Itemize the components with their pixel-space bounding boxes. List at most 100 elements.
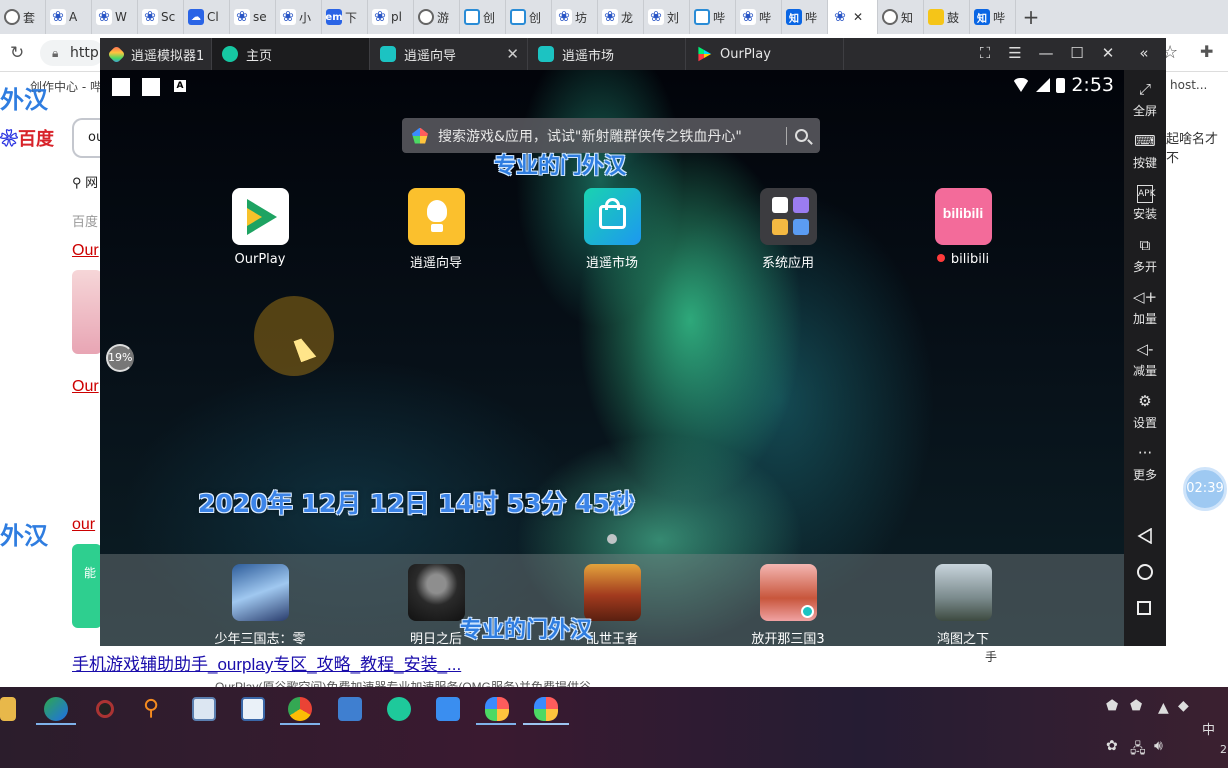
android-screen[interactable]: A 2:53 搜索游戏&应用，试试"新射雕群侠传之铁血丹心" 专业的门外汉 Ou… (100, 70, 1124, 646)
dock-app[interactable]: 鸿图之下 (903, 564, 1023, 646)
volume-icon[interactable]: 🔊︎ (1154, 738, 1163, 754)
browser-tab[interactable]: ❀ Sc (138, 0, 184, 34)
chrome-icon[interactable] (288, 697, 312, 721)
browser-tab[interactable]: 知哔 (970, 0, 1016, 34)
xiaoyao-multi-icon[interactable] (534, 697, 558, 721)
browser-tab[interactable]: ❀ pl (368, 0, 414, 34)
network-app-icon[interactable] (338, 697, 362, 721)
toolbar-install[interactable]: APK 安装 (1124, 184, 1166, 222)
market-badge-icon (800, 605, 814, 618)
apk-icon: APK (1137, 185, 1156, 203)
messenger-app-icon[interactable] (436, 697, 460, 721)
toolbar-multi[interactable]: ⧉ 多开 (1124, 236, 1166, 275)
result-thumbnail[interactable]: 能 (72, 544, 102, 628)
recents-icon[interactable] (1137, 601, 1151, 615)
floating-timer[interactable]: 02:39 (1183, 467, 1227, 511)
reload-icon[interactable]: ↻ (10, 43, 24, 63)
browser-tab[interactable]: 创 (506, 0, 552, 34)
camera-app-icon[interactable] (96, 700, 114, 718)
tray-flower-icon[interactable]: ✿ (1106, 738, 1118, 754)
browser-tab[interactable]: ❀ A (46, 0, 92, 34)
menu-icon[interactable]: ☰ (1005, 44, 1025, 62)
toolbar-more[interactable]: ··· 更多 (1124, 444, 1166, 483)
extensions-icon[interactable]: ✚ (1200, 42, 1213, 61)
toolbar-volume-up[interactable]: ◁+ 加量 (1124, 288, 1166, 327)
browser-tab[interactable]: 创 (460, 0, 506, 34)
app-bilibili[interactable]: bilibili bilibili (903, 188, 1023, 267)
browser-tab[interactable]: 游 (414, 0, 460, 34)
signal-icon (1036, 78, 1051, 92)
close-tab-icon[interactable]: ✕ (853, 10, 863, 24)
browser-tab[interactable]: 知哔 (782, 0, 828, 34)
close-tab-icon[interactable]: ✕ (506, 45, 519, 63)
browser-tab[interactable]: ❀ W (92, 0, 138, 34)
toolbar-fullscreen[interactable]: ⤢ 全屏 (1124, 80, 1166, 119)
tray-xiaoyao-icon[interactable]: ⬟ (1106, 698, 1118, 714)
cloud-icon: ☁ (188, 9, 204, 25)
player-app-icon[interactable] (387, 697, 411, 721)
bookmark-item[interactable]: host... (1170, 78, 1207, 92)
window-app-icon[interactable] (192, 697, 216, 721)
dock-app[interactable]: 放开那三国3 (728, 564, 848, 646)
network-icon[interactable]: 🖧 (1130, 738, 1146, 762)
screenshot-frame-icon[interactable]: ⛶ (975, 44, 995, 62)
ime-indicator[interactable]: 中 (1202, 719, 1215, 738)
toolbar-settings[interactable]: ⚙ 设置 (1124, 392, 1166, 431)
search-icon[interactable] (795, 129, 808, 142)
emulator-tab-home[interactable]: 主页 (212, 38, 370, 70)
app-xiaoyao-market[interactable]: 逍遥市场 (552, 188, 672, 271)
tray-expand-icon[interactable]: ▲ (1158, 700, 1169, 716)
minimize-icon[interactable]: — (1036, 44, 1056, 62)
taskbar-clock[interactable]: 2 (1220, 743, 1227, 756)
tray-app-icon[interactable]: ◆ (1178, 698, 1189, 714)
emulator-tab-market[interactable]: 逍遥市场 (528, 38, 686, 70)
browser-tab[interactable]: ❀ 坊 (552, 0, 598, 34)
browser-tab[interactable]: ☁ Cl (184, 0, 230, 34)
new-tab-button[interactable]: + (1016, 5, 1046, 29)
running-indicator (280, 723, 320, 725)
emulator-tab-guide[interactable]: 逍遥向导 ✕ (370, 38, 528, 70)
browser-tab[interactable]: 哔 (690, 0, 736, 34)
result-link[interactable]: Our (72, 378, 99, 396)
search-nav-item[interactable]: ⚲ 网 (72, 172, 98, 191)
tray-xiaoyao-icon[interactable]: ⬟ (1130, 698, 1142, 714)
app-system-folder[interactable]: 系统应用 (728, 188, 848, 271)
close-window-icon[interactable]: ✕ (1098, 44, 1118, 62)
browser-app-icon[interactable] (44, 697, 68, 721)
fullscreen-icon: ⤢ (1138, 80, 1151, 98)
url-input[interactable]: 🔒︎ http (40, 40, 104, 66)
browser-tab[interactable]: ❀ se (230, 0, 276, 34)
browser-tab-strip: 套 ❀ A ❀ W ❀ Sc ☁ Cl ❀ se ❀ 小 em 下 ❀ pl 游 创 创 ❀ 坊 … (0, 0, 1228, 34)
browser-tab[interactable]: 套 (0, 0, 46, 34)
app-ourplay[interactable]: OurPlay (200, 188, 320, 267)
browser-tab[interactable]: 知 (878, 0, 924, 34)
back-icon[interactable] (1137, 528, 1152, 544)
result-link[interactable]: Our (72, 242, 99, 260)
xiaoyao-taskbar-icon[interactable] (485, 697, 509, 721)
result-thumbnail[interactable] (72, 270, 102, 354)
app-xiaoyao-guide[interactable]: 逍遥向导 (376, 188, 496, 271)
emulator-title-bar: 逍遥模拟器1 主页 逍遥向导 ✕ 逍遥市场 OurPlay ⛶ ☰ — ☐ ✕ … (100, 38, 1166, 70)
browser-tab[interactable]: em 下 (322, 0, 368, 34)
emulator-tab-ourplay[interactable]: OurPlay (686, 38, 844, 70)
result-title-link[interactable]: 手机游戏辅助助手_ourplay专区_攻略_教程_安装_... (72, 650, 461, 675)
browser-tab[interactable]: ❀ 龙 (598, 0, 644, 34)
search-app-icon[interactable]: ⚲ (143, 697, 167, 721)
maximize-icon[interactable]: ☐ (1067, 44, 1087, 62)
shopping-bag-icon (583, 188, 641, 245)
window-app-icon[interactable] (241, 697, 265, 721)
toolbar-keymap[interactable]: ⌨ 按键 (1124, 132, 1166, 171)
dock-app[interactable]: 少年三国志：零 (200, 564, 320, 646)
home-icon[interactable] (1137, 564, 1153, 580)
browser-tab[interactable]: 鼓 (924, 0, 970, 34)
file-explorer-icon[interactable] (0, 697, 16, 721)
browser-tab[interactable]: ❀ 刘 (644, 0, 690, 34)
collapse-toolbar-icon[interactable]: « (1134, 44, 1154, 62)
toolbar-volume-down[interactable]: ◁- 减量 (1124, 340, 1166, 379)
result-link[interactable]: our (72, 516, 95, 534)
paw-icon: ❀ (648, 9, 664, 25)
watermark-text: 专业的门外汉 (460, 618, 593, 643)
browser-tab[interactable]: ❀ 小 (276, 0, 322, 34)
browser-tab[interactable]: ❀ 哔 (736, 0, 782, 34)
browser-tab-active[interactable]: ❀ ✕ (828, 0, 878, 34)
